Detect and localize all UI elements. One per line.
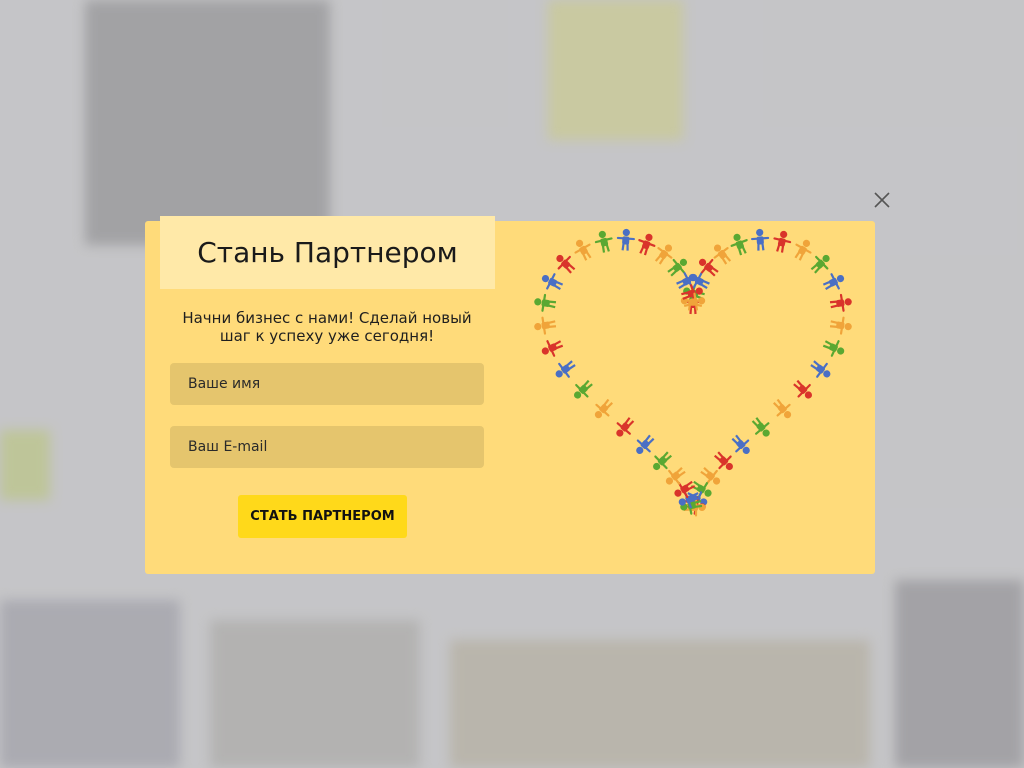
person-figure [713,451,733,471]
email-input[interactable] [186,438,484,456]
person-figure [773,230,792,253]
person-figure [653,451,673,471]
person-figure [829,316,852,335]
person-figure [541,273,564,290]
person-figure [555,360,576,378]
person-figure [541,340,564,357]
person-figure [713,244,732,265]
person-figure [751,228,770,251]
popup-title: Стань Партнером [197,236,458,269]
person-figure [822,273,845,290]
become-partner-button[interactable]: СТАТЬ ПАРТНЕРОМ [238,495,407,538]
person-figure [594,230,613,253]
person-figure [773,398,792,419]
person-figure [638,233,656,256]
close-icon [874,192,890,208]
person-figure [730,233,748,256]
person-figure [534,293,557,312]
person-figure [822,340,845,357]
email-field-wrapper [170,426,484,468]
person-figure [574,239,592,261]
partner-popup: Стань Партнером Начни бизнес с нами! Сде… [145,216,875,574]
person-figure [636,434,655,454]
person-figure [810,254,830,274]
person-figure [534,316,557,335]
name-input[interactable] [186,375,484,393]
person-figure [556,254,576,274]
popup-subtitle: Начни бизнес с нами! Сделай новый шаг к … [182,309,472,345]
person-figure [751,417,770,437]
person-figure [616,228,635,251]
person-figure [793,379,813,399]
name-field-wrapper [170,363,484,405]
close-button[interactable] [868,186,896,214]
person-figure [594,398,613,419]
heart-of-people-icon [534,228,852,517]
person-figure [654,244,673,265]
person-figure [810,360,831,378]
person-figure [794,239,812,261]
person-figure [573,379,593,399]
person-figure [616,417,635,437]
person-figure [829,293,852,312]
person-figure [731,434,750,454]
title-box: Стань Партнером [160,216,495,289]
